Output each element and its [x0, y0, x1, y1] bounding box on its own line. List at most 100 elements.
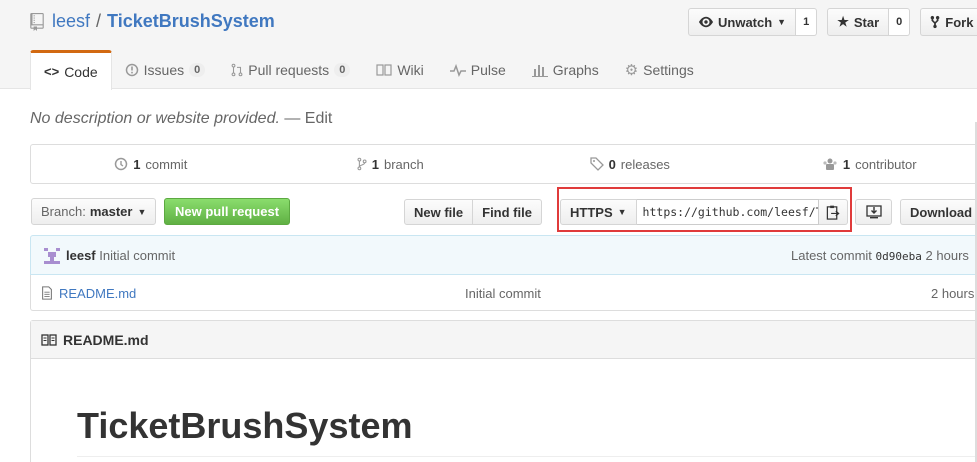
desktop-download-icon — [865, 205, 882, 219]
repo-icon — [30, 12, 44, 31]
repo-name-link[interactable]: TicketBrushSystem — [107, 11, 275, 32]
tab-label: Graphs — [552, 62, 599, 78]
contributors-label: contributor — [855, 156, 917, 172]
pull-request-icon — [231, 63, 243, 77]
clone-url-group: HTTPS ▼ https://github.com/leesf/TicketB… — [560, 199, 848, 225]
tab-wiki[interactable]: Wiki — [363, 50, 436, 90]
pull-requests-counter: 0 — [334, 63, 351, 77]
file-commit-message[interactable]: Initial commit — [465, 286, 541, 301]
clipboard-icon — [826, 205, 840, 220]
open-desktop-button[interactable] — [855, 199, 892, 225]
tab-label: Pulse — [470, 62, 506, 78]
tab-label: Code — [64, 63, 98, 80]
star-group: ★ Star 0 — [827, 8, 911, 36]
heading-divider — [77, 456, 977, 457]
fork-icon — [930, 15, 940, 29]
new-pull-request-button[interactable]: New pull request — [164, 198, 291, 225]
tab-pull-requests[interactable]: Pull requests 0 — [218, 50, 363, 90]
branches-count: 1 — [371, 156, 379, 172]
readme-header: README.md — [31, 321, 977, 359]
clone-url-input[interactable]: https://github.com/leesf/TicketBrushSyst… — [636, 199, 819, 225]
commit-age: 2 hours — [925, 248, 969, 263]
commits-summary[interactable]: 1 commit — [31, 145, 271, 183]
commits-count: 1 — [133, 156, 141, 172]
repo-separator: / — [96, 11, 102, 31]
chevron-down-icon: ▼ — [617, 207, 627, 217]
watch-group: Unwatch ▼ 1 — [688, 8, 818, 36]
code-icon: <> — [44, 64, 60, 79]
history-icon — [114, 157, 128, 171]
branch-name: master — [89, 204, 133, 219]
download-zip-button[interactable]: Download — [900, 199, 977, 225]
copy-to-clipboard-button[interactable] — [818, 199, 848, 225]
star-button[interactable]: ★ Star — [827, 8, 890, 36]
find-file-button[interactable]: Find file — [473, 199, 542, 225]
branch-prefix: Branch: — [41, 204, 86, 219]
tab-settings[interactable]: ⚙ Settings — [612, 50, 707, 90]
star-count[interactable]: 0 — [889, 8, 911, 36]
repo-nav-tabs: <> Code Issues 0 Pull requests 0 Wiki Pu… — [30, 50, 707, 90]
table-row: README.md Initial commit 2 hours — [30, 275, 977, 311]
readme-box: README.md TicketBrushSystem — [30, 320, 977, 462]
tab-graphs[interactable]: Graphs — [519, 50, 612, 90]
repo-header: leesf / TicketBrushSystem Unwatch ▼ 1 ★ … — [0, 0, 977, 90]
star-label: Star — [853, 14, 880, 30]
commits-label: commit — [145, 156, 188, 172]
tab-pulse[interactable]: Pulse — [437, 50, 519, 90]
new-file-button[interactable]: New file — [404, 199, 474, 225]
unwatch-button[interactable]: Unwatch ▼ — [688, 8, 797, 36]
issue-icon — [125, 63, 138, 77]
pulse-icon — [449, 63, 466, 77]
releases-count: 0 — [608, 156, 616, 172]
commit-sha[interactable]: 0d90eba — [876, 250, 922, 263]
eye-icon — [699, 16, 713, 28]
repo-title: leesf / TicketBrushSystem — [30, 11, 275, 32]
description-text: No description or website provided. — [30, 110, 280, 127]
file-text-icon — [42, 286, 52, 300]
file-age: 2 hours — [931, 286, 975, 301]
branches-summary[interactable]: 1 branch — [271, 145, 511, 183]
tab-code[interactable]: <> Code — [30, 50, 112, 90]
readme-heading: TicketBrushSystem — [77, 405, 413, 446]
fork-label: Fork — [945, 14, 974, 30]
releases-summary[interactable]: 0 releases — [510, 145, 750, 183]
tab-label: Pull requests — [248, 62, 330, 78]
clone-protocol-button[interactable]: HTTPS ▼ — [560, 199, 637, 225]
edit-description-link[interactable]: — Edit — [284, 110, 332, 127]
repo-description: No description or website provided. — Ed… — [30, 110, 332, 128]
branches-label: branch — [383, 156, 424, 172]
commit-message[interactable]: Initial commit — [99, 248, 175, 263]
latest-commit-info: Latest commit 0d90eba 2 hours — [791, 248, 969, 263]
file-buttons: New file Find file — [404, 199, 542, 225]
book-icon — [41, 333, 57, 346]
file-name-link[interactable]: README.md — [59, 286, 136, 301]
star-icon: ★ — [837, 14, 849, 29]
commit-author[interactable]: leesf — [66, 248, 96, 263]
repo-owner-link[interactable]: leesf — [52, 11, 90, 32]
commit-author-line: leesf Initial commit — [66, 248, 175, 263]
latest-commit-label: Latest commit — [791, 248, 872, 263]
contributors-summary[interactable]: 1 contributor — [750, 145, 977, 183]
numbers-summary: 1 commit 1 branch 0 releases 1 contribut… — [30, 144, 977, 184]
tab-label: Issues — [143, 62, 185, 78]
fork-button[interactable]: Fork — [920, 8, 977, 36]
readme-filename: README.md — [63, 331, 149, 348]
book-icon — [376, 64, 392, 76]
releases-label: releases — [620, 156, 670, 172]
chevron-down-icon: ▼ — [777, 17, 787, 27]
tab-issues[interactable]: Issues 0 — [112, 50, 219, 90]
organization-icon — [823, 158, 837, 170]
tab-label: Wiki — [397, 62, 424, 78]
protocol-label: HTTPS — [570, 204, 613, 220]
graph-icon — [531, 65, 548, 77]
branch-icon — [357, 157, 367, 171]
branch-select-button[interactable]: Branch: master ▼ — [31, 198, 157, 225]
avatar — [42, 246, 62, 266]
watch-count[interactable]: 1 — [796, 8, 818, 36]
pagehead-actions: Unwatch ▼ 1 ★ Star 0 Fork — [688, 8, 977, 36]
commit-tease: leesf Initial commit Latest commit 0d90e… — [30, 235, 977, 275]
tag-icon — [589, 157, 604, 171]
fork-group: Fork — [920, 8, 977, 36]
chevron-down-icon: ▼ — [137, 206, 147, 217]
tab-label: Settings — [643, 62, 694, 78]
